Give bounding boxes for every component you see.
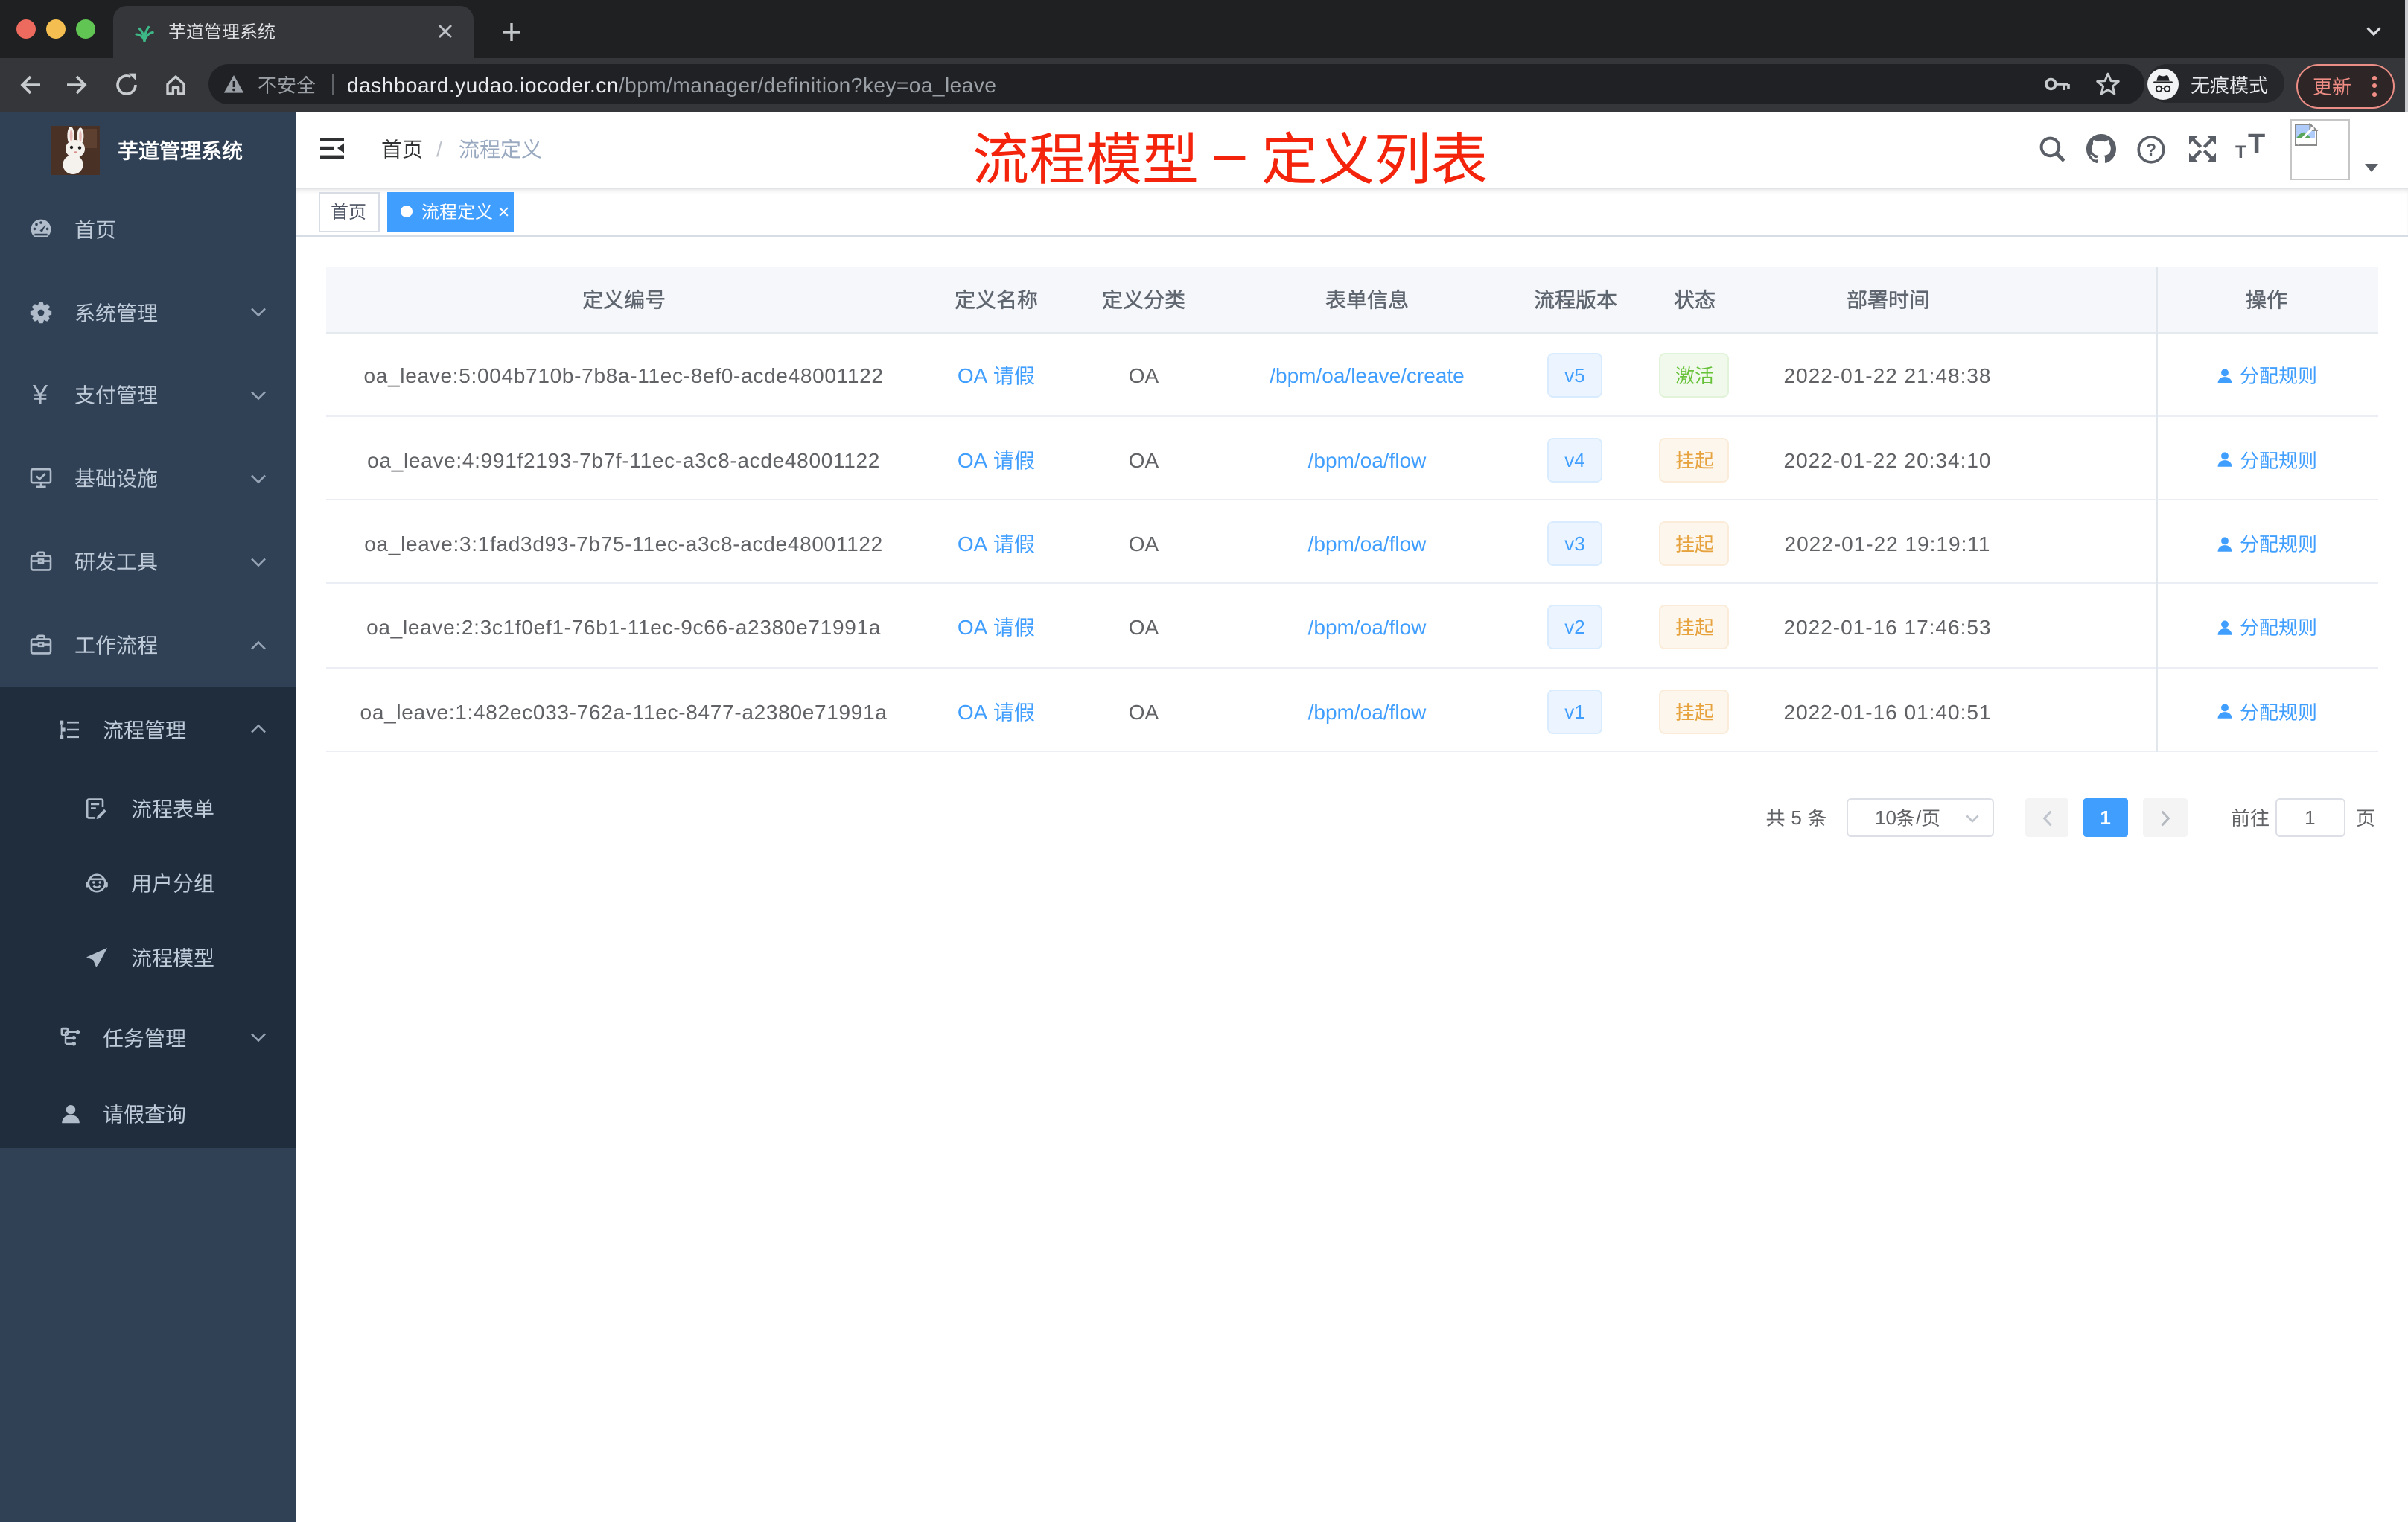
svg-text:?: ? xyxy=(2146,139,2156,159)
